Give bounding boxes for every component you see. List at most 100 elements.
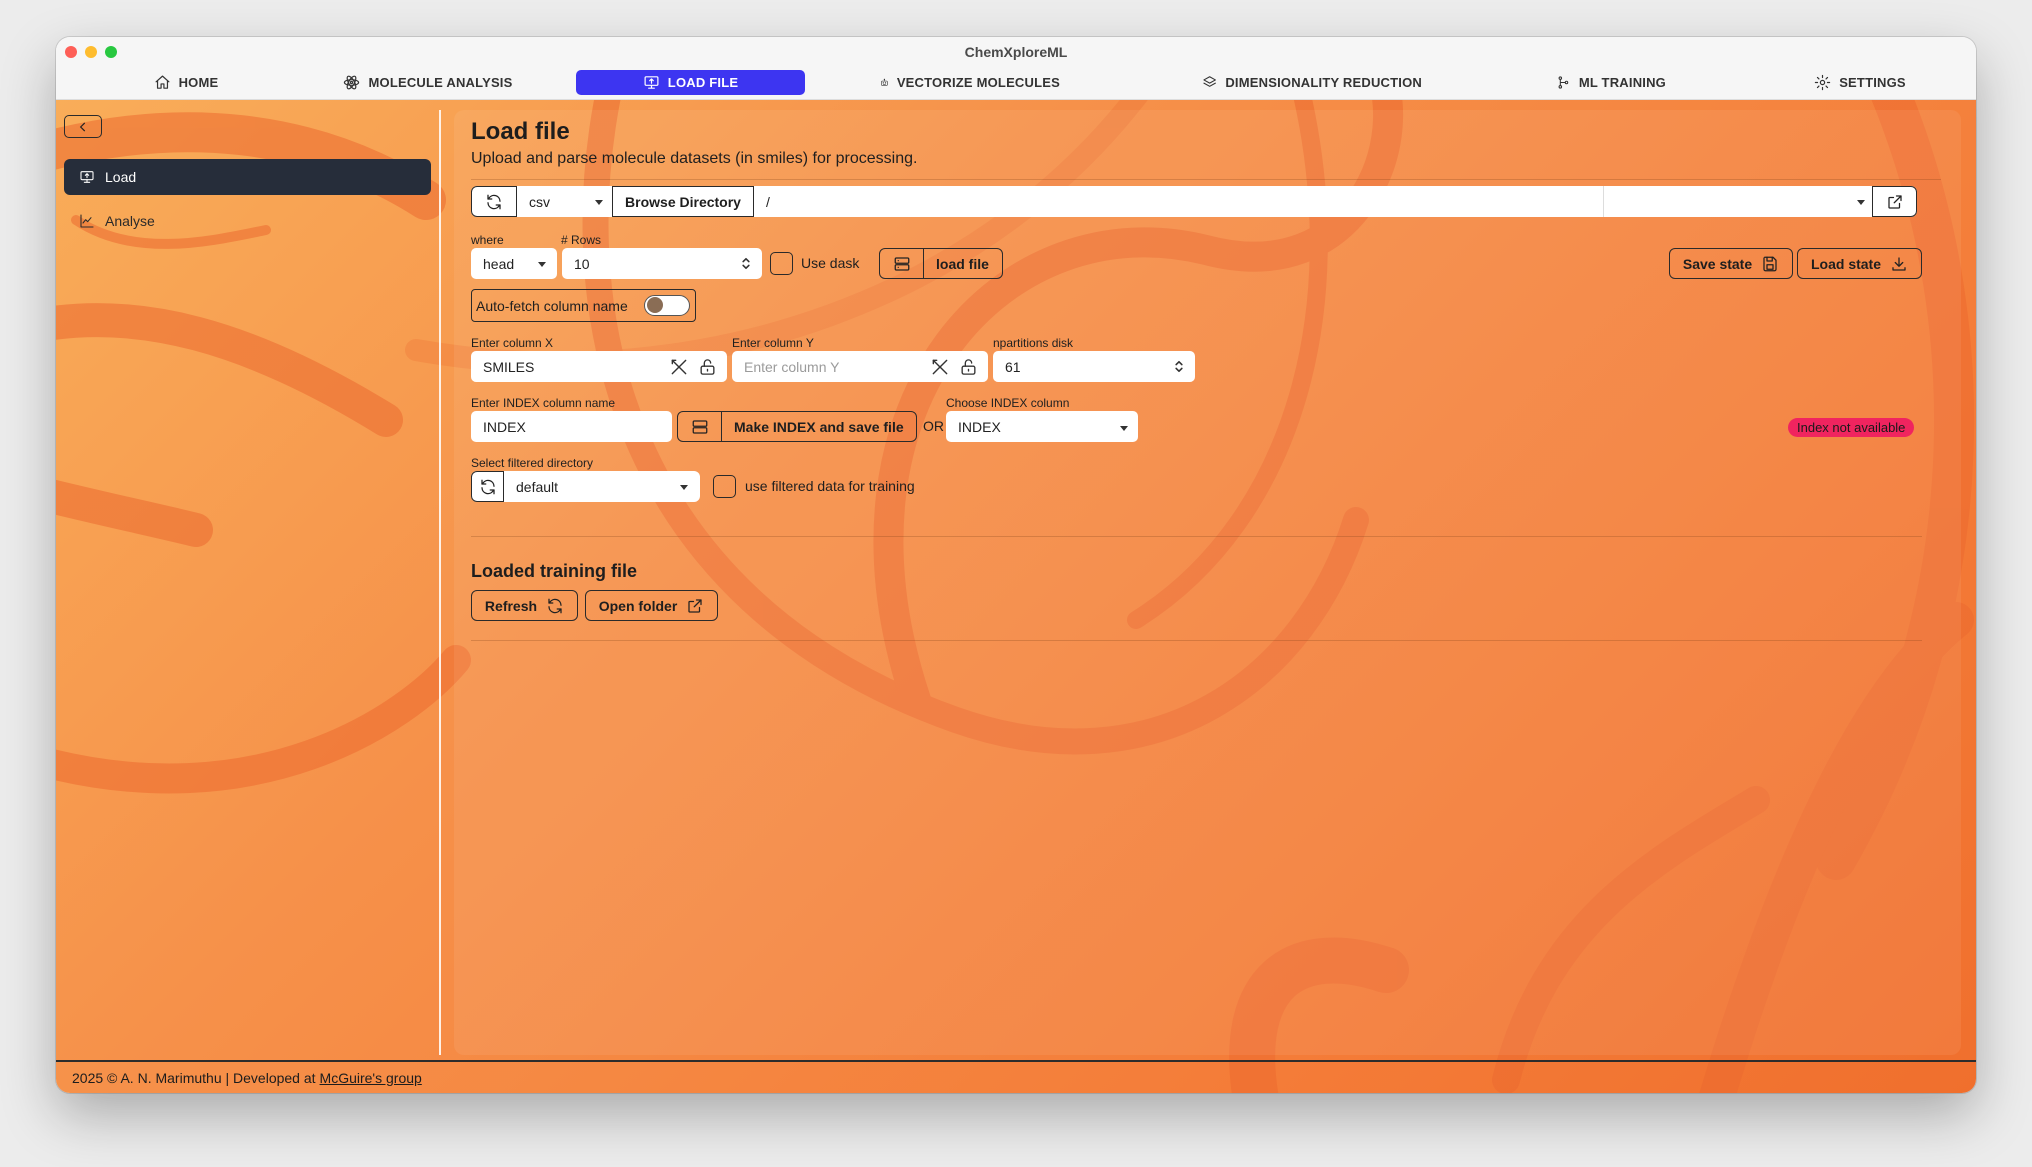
section-divider: [471, 640, 1922, 641]
browse-directory-button[interactable]: Browse Directory: [612, 186, 754, 217]
npartitions-stepper[interactable]: 61: [993, 351, 1195, 382]
use-filtered-label: use filtered data for training: [745, 478, 915, 494]
make-index-button[interactable]: Make INDEX and save file: [677, 411, 917, 442]
page-subtitle: Upload and parse molecule datasets (in s…: [471, 150, 918, 167]
auto-fetch-toggle[interactable]: Auto-fetch column name: [471, 289, 696, 322]
pipeline-icon: [1558, 76, 1569, 89]
clear-icon[interactable]: [669, 357, 689, 377]
index-name-label: Enter INDEX column name: [471, 396, 616, 410]
tab-dimensionality-reduction[interactable]: DIMENSIONALITY REDUCTION: [1202, 70, 1422, 95]
filtered-dir-value: default: [516, 478, 559, 495]
tab-settings-label: SETTINGS: [1839, 75, 1906, 90]
chevron-down-icon: [680, 485, 688, 490]
load-file-label: load file: [936, 255, 989, 272]
server-icon: [678, 412, 722, 441]
where-value: head: [483, 255, 515, 272]
chevron-down-icon: [1120, 426, 1128, 431]
file-select[interactable]: [1603, 186, 1883, 217]
tab-vectorize-molecules-label: VECTORIZE MOLECULES: [896, 75, 1060, 90]
chart-line-icon: [80, 214, 94, 228]
clear-icon[interactable]: [930, 357, 950, 377]
load-file-button[interactable]: load file: [879, 248, 1003, 279]
npartitions-label: npartitions disk: [993, 336, 1074, 350]
column-x-label: Enter column X: [471, 336, 554, 350]
tab-vectorize-molecules[interactable]: VECTORIZE MOLECULES: [880, 70, 1060, 95]
minimize-window-button[interactable]: [85, 46, 97, 58]
open-folder-button[interactable]: Open folder: [585, 590, 718, 621]
use-dask-checkbox[interactable]: [770, 252, 793, 275]
maximize-window-button[interactable]: [105, 46, 117, 58]
tab-ml-training-label: ML TRAINING: [1578, 75, 1666, 90]
filtered-dir-label: Select filtered directory: [471, 456, 594, 470]
window-controls: [65, 46, 117, 58]
sidebar-item-load[interactable]: Load: [64, 159, 431, 195]
stepper-arrows-icon[interactable]: [740, 255, 752, 272]
chevron-down-icon: [1857, 200, 1865, 205]
index-status-badge: Index not available: [1788, 418, 1915, 437]
footer-link[interactable]: McGuire's group: [320, 1070, 422, 1086]
choose-index-select[interactable]: INDEX: [946, 411, 1138, 442]
refresh-filtered-button[interactable]: [471, 471, 504, 502]
load-state-button[interactable]: Load state: [1797, 248, 1922, 279]
home-icon: [155, 75, 170, 89]
robot-icon: [881, 78, 888, 86]
monitor-upload-icon: [644, 76, 659, 89]
use-dask-label: Use dask: [801, 255, 860, 271]
toggle-switch: [644, 295, 690, 316]
refresh-filetype-button[interactable]: [471, 186, 517, 217]
save-state-button[interactable]: Save state: [1669, 248, 1793, 279]
footer: 2025 © A. N. Marimuthu | Developed at Mc…: [56, 1060, 1976, 1093]
where-label: where: [471, 233, 504, 247]
index-name-value: INDEX: [483, 418, 526, 435]
header-divider: [471, 179, 1941, 180]
page-title: Load file: [471, 118, 570, 145]
refresh-button[interactable]: Refresh: [471, 590, 578, 621]
sidebar: Load Analyse: [56, 100, 438, 1060]
auto-fetch-label: Auto-fetch column name: [476, 297, 628, 314]
download-icon: [1892, 256, 1906, 271]
sidebar-collapse-button[interactable]: [64, 115, 102, 138]
column-y-label: Enter column Y: [732, 336, 814, 350]
close-window-button[interactable]: [65, 46, 77, 58]
tab-load-file-label: LOAD FILE: [667, 75, 739, 90]
rows-stepper[interactable]: 10: [562, 248, 762, 279]
main-panel: Load file Upload and parse molecule data…: [454, 110, 1961, 1055]
app-content: Load Analyse Load file Upload and parse …: [56, 100, 1976, 1093]
monitor-upload-icon: [80, 171, 94, 183]
column-x-value: SMILES: [483, 358, 535, 375]
server-icon: [880, 249, 924, 278]
path-input[interactable]: /: [766, 186, 1596, 217]
tab-molecule-analysis-label: MOLECULE ANALYSIS: [368, 75, 513, 90]
refresh-icon: [487, 194, 501, 209]
toggle-knob: [647, 297, 663, 313]
tab-ml-training[interactable]: ML TRAINING: [1556, 70, 1666, 95]
filtered-dir-select[interactable]: default: [504, 471, 700, 502]
or-label: OR: [923, 418, 944, 434]
index-name-input[interactable]: INDEX: [471, 411, 672, 442]
app-window: ChemXploreML HOME MOLECULE ANALYSIS LOAD…: [56, 37, 1976, 1093]
top-nav: HOME MOLECULE ANALYSIS LOAD FILE VECTORI…: [56, 67, 1976, 100]
external-link-icon: [1887, 194, 1902, 209]
sidebar-item-analyse[interactable]: Analyse: [64, 203, 431, 239]
use-filtered-checkbox[interactable]: [713, 475, 736, 498]
save-icon: [1763, 256, 1777, 271]
open-external-button[interactable]: [1872, 186, 1917, 217]
unlock-icon[interactable]: [959, 357, 978, 377]
column-y-placeholder: Enter column Y: [744, 358, 840, 375]
tab-home-label: HOME: [178, 75, 219, 90]
unlock-icon[interactable]: [698, 357, 717, 377]
title-bar: ChemXploreML: [56, 37, 1976, 67]
tab-molecule-analysis[interactable]: MOLECULE ANALYSIS: [338, 70, 518, 95]
tab-home[interactable]: HOME: [126, 70, 246, 95]
chevron-down-icon: [538, 262, 546, 267]
tab-load-file[interactable]: LOAD FILE: [576, 70, 805, 95]
tab-dimensionality-reduction-label: DIMENSIONALITY REDUCTION: [1225, 75, 1422, 90]
load-state-label: Load state: [1810, 255, 1881, 272]
layers-icon: [1203, 76, 1216, 87]
browse-directory-label: Browse Directory: [625, 193, 741, 210]
filetype-value: csv: [529, 193, 550, 210]
stepper-arrows-icon[interactable]: [1173, 358, 1185, 375]
tab-settings[interactable]: SETTINGS: [1810, 70, 1910, 95]
gear-icon: [1815, 74, 1831, 91]
chevron-down-icon: [595, 200, 603, 205]
